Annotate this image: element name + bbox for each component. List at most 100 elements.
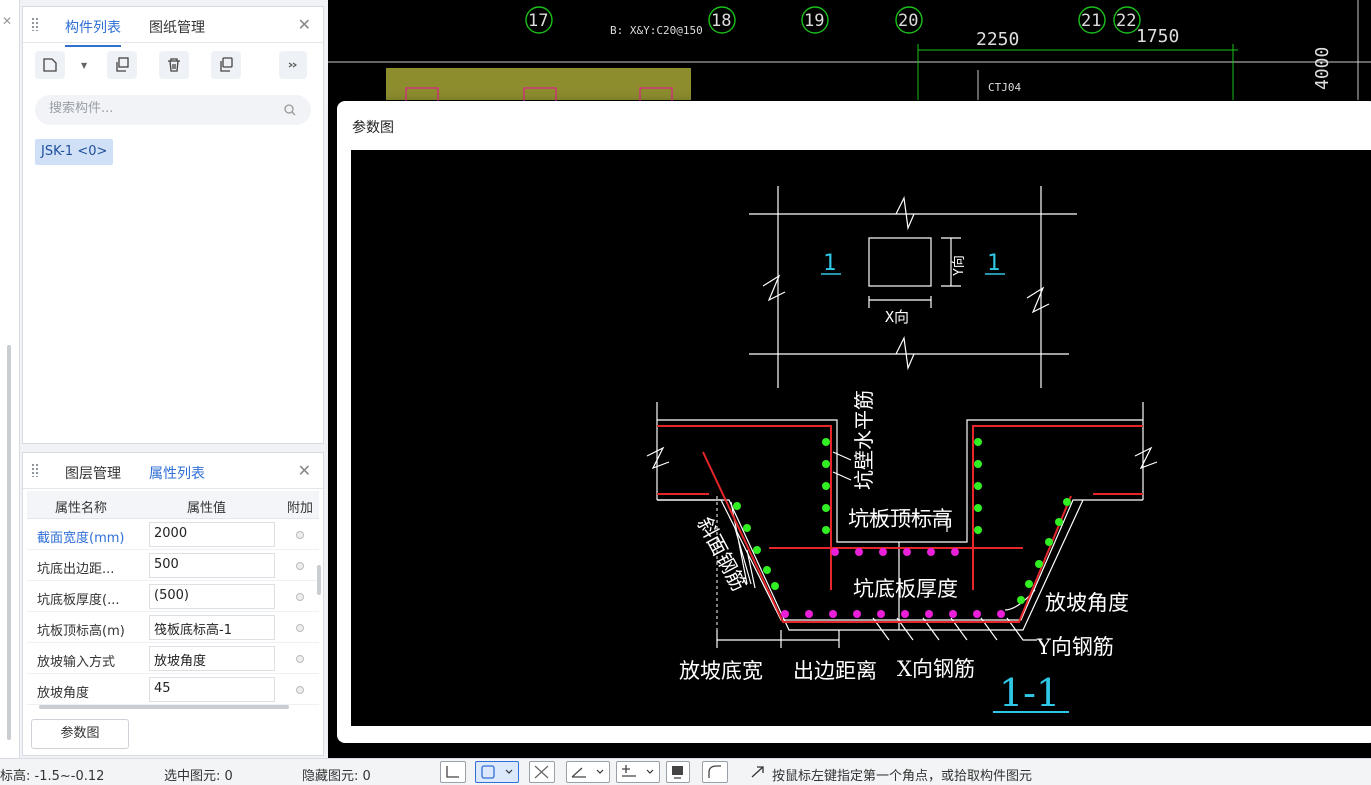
new-file-icon bbox=[43, 58, 57, 72]
hidden-count: 隐藏图元: 0 bbox=[302, 769, 371, 784]
col-extra: 附加 bbox=[287, 501, 314, 516]
offset-snap-dropdown[interactable] bbox=[616, 761, 660, 783]
copy-component-button[interactable] bbox=[107, 51, 137, 79]
extra-checkbox[interactable] bbox=[296, 593, 304, 601]
component-list-item[interactable]: JSK-1 <0> bbox=[35, 139, 114, 165]
magenta-rebar-dot bbox=[973, 610, 981, 618]
parameter-diagram-svg: 1 1 Y向 X向 坑壁水平筋 坑板顶标高 斜面钢筋 坑底板厚度 放坡角度 Y向… bbox=[646, 186, 1158, 715]
property-row[interactable]: 放坡输入方式 放坡角度 bbox=[27, 643, 319, 674]
parameter-diagram-button[interactable]: 参数图 bbox=[31, 719, 129, 749]
component-toolbar: ▼ bbox=[23, 43, 323, 85]
section-title: 1-1 bbox=[999, 671, 1060, 715]
green-rebar-dot bbox=[1063, 498, 1071, 506]
property-vertical-scrollbar[interactable] bbox=[317, 565, 321, 595]
property-value-field[interactable]: 筏板底标高-1 bbox=[149, 615, 275, 640]
dimension-text: 4000 bbox=[1312, 47, 1333, 90]
property-value-field[interactable]: 500 bbox=[149, 553, 275, 578]
tab-layer-management[interactable]: 图层管理 bbox=[65, 463, 121, 483]
drag-grip-icon[interactable] bbox=[31, 17, 39, 31]
monitor-icon bbox=[672, 766, 683, 779]
property-name: 放坡角度 bbox=[37, 686, 90, 701]
green-rebar-dot bbox=[753, 546, 761, 554]
orthogonal-toggle[interactable] bbox=[440, 761, 466, 783]
extra-checkbox[interactable] bbox=[296, 624, 304, 632]
extra-checkbox[interactable] bbox=[296, 686, 304, 694]
extra-checkbox[interactable] bbox=[296, 655, 304, 663]
extra-checkbox[interactable] bbox=[296, 531, 304, 539]
dialog-title: 参数图 bbox=[352, 120, 394, 136]
close-panel-icon[interactable]: ✕ bbox=[298, 15, 311, 34]
property-row[interactable]: 坑底出边距... 500 bbox=[27, 550, 319, 581]
delete-component-button[interactable] bbox=[159, 51, 189, 79]
magenta-rebar-dot bbox=[901, 610, 909, 618]
label-bottom-slab-thickness: 坑底板厚度 bbox=[853, 577, 958, 601]
component-list-panel: 构件列表 图纸管理 ✕ ▼ JSK-1 <0> bbox=[22, 6, 324, 444]
green-rebar-dot bbox=[733, 502, 741, 510]
green-rebar-dot bbox=[771, 582, 779, 590]
tab-property-list[interactable]: 属性列表 bbox=[149, 463, 205, 493]
property-row[interactable]: 坑底板厚度(... (500) bbox=[27, 581, 319, 612]
tab-drawing-management[interactable]: 图纸管理 bbox=[149, 17, 205, 37]
property-name: 截面宽度(mm) bbox=[37, 531, 125, 546]
property-list-panel: 图层管理 属性列表 ✕ 属性名称 属性值 附加 截面宽度(mm) 2000 坑底… bbox=[22, 452, 324, 756]
cross-select-button[interactable] bbox=[529, 761, 555, 783]
green-rebar-dot bbox=[1035, 560, 1043, 568]
label-y-rebar: Y向钢筋 bbox=[1036, 635, 1114, 659]
close-panel-icon[interactable]: ✕ bbox=[298, 461, 311, 480]
component-search-input[interactable] bbox=[49, 101, 269, 116]
more-tools-button[interactable] bbox=[279, 51, 307, 79]
drag-grip-icon[interactable] bbox=[31, 463, 39, 477]
axis-label: 21 bbox=[1081, 11, 1101, 31]
break-symbol bbox=[646, 446, 670, 470]
axis-label: 19 bbox=[804, 11, 824, 31]
property-table-header: 属性名称 属性值 附加 bbox=[27, 491, 319, 519]
break-symbol bbox=[1026, 286, 1050, 314]
property-value-field[interactable]: 2000 bbox=[149, 522, 275, 547]
left-collapsed-panel: ✕ bbox=[0, 0, 20, 758]
green-rebar-dot bbox=[974, 526, 982, 534]
wall-rebar-leaders bbox=[832, 451, 852, 481]
label-x-rebar: X向钢筋 bbox=[897, 657, 975, 681]
tab-component-list[interactable]: 构件列表 bbox=[65, 17, 121, 47]
property-name: 坑板顶标高(m) bbox=[37, 624, 125, 639]
angle-snap-dropdown[interactable] bbox=[566, 761, 610, 783]
green-rebar-dot bbox=[822, 526, 830, 534]
property-horizontal-scrollbar[interactable] bbox=[39, 705, 289, 709]
break-symbol bbox=[762, 274, 786, 302]
magenta-rebar-dot bbox=[855, 548, 863, 556]
green-rebar-dot bbox=[822, 438, 830, 446]
magenta-rebar-dot bbox=[829, 610, 837, 618]
select-mode-dropdown[interactable] bbox=[475, 761, 519, 783]
green-rebar-dot bbox=[974, 438, 982, 446]
green-rebar-dot bbox=[822, 482, 830, 490]
new-component-button[interactable] bbox=[35, 51, 65, 79]
new-dropdown-icon[interactable]: ▼ bbox=[81, 61, 87, 70]
arc-snap-button[interactable] bbox=[702, 761, 728, 783]
resize-arrow-icon bbox=[751, 766, 764, 778]
property-value-field[interactable]: 放坡角度 bbox=[149, 646, 275, 671]
operation-hint: 按鼠标左键指定第一个角点，或拾取构件图元 bbox=[772, 769, 1033, 784]
property-row[interactable]: 坑板顶标高(m) 筏板底标高-1 bbox=[27, 612, 319, 643]
property-row[interactable]: 截面宽度(mm) 2000 bbox=[27, 519, 319, 550]
green-rebar-dot bbox=[1025, 580, 1033, 588]
component-panel-tabbar: 构件列表 图纸管理 ✕ bbox=[23, 7, 323, 47]
property-value-field[interactable]: 45 bbox=[149, 677, 275, 702]
rebar-line-right-wall bbox=[972, 425, 1143, 590]
display-toggle-button[interactable] bbox=[666, 761, 690, 783]
layer-copy-button[interactable] bbox=[211, 51, 241, 79]
search-icon[interactable] bbox=[283, 103, 297, 117]
extra-checkbox[interactable] bbox=[296, 562, 304, 570]
green-rebar-dot bbox=[1045, 538, 1053, 546]
label-slab-top-elevation: 坑板顶标高 bbox=[848, 507, 953, 531]
magenta-rebar-dot bbox=[831, 548, 839, 556]
x-direction-label: X向 bbox=[885, 308, 909, 326]
trash-icon bbox=[168, 58, 180, 72]
left-strip-scrollbar[interactable] bbox=[7, 345, 11, 740]
close-icon[interactable]: ✕ bbox=[2, 14, 12, 28]
rebar-line-left-wall bbox=[657, 425, 832, 590]
property-name: 放坡输入方式 bbox=[37, 655, 116, 670]
axis-label: 22 bbox=[1116, 11, 1136, 31]
property-row[interactable]: 放坡角度 45 bbox=[27, 674, 319, 705]
magenta-rebar-dot bbox=[877, 610, 885, 618]
property-value-field[interactable]: (500) bbox=[149, 584, 275, 609]
